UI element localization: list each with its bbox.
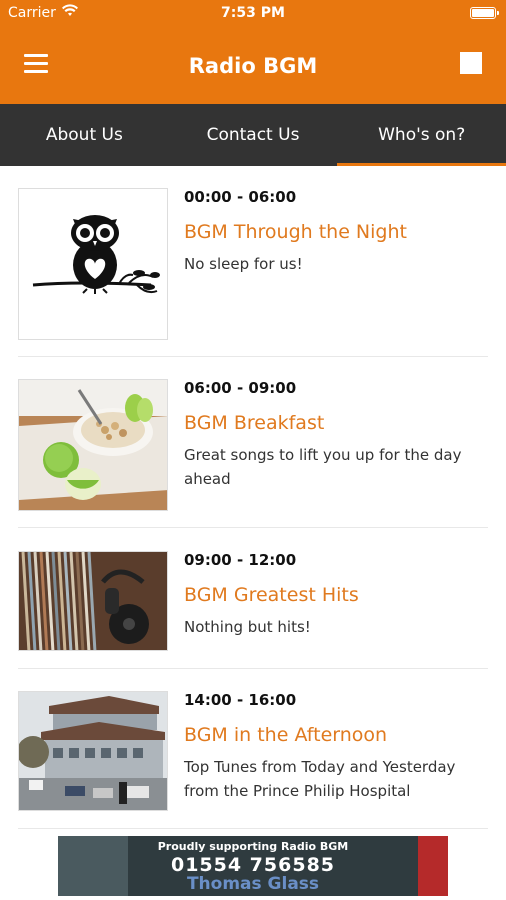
show-time: 06:00 - 09:00 <box>184 379 297 397</box>
tab-bar: About Us Contact Us Who's on? <box>0 104 506 166</box>
records-headphones-photo <box>18 551 168 651</box>
banner-phone: 01554 756585 <box>170 854 336 876</box>
show-description: Top Tunes from Today and Yesterday from … <box>184 758 456 800</box>
tab-contact-us[interactable]: Contact Us <box>169 104 338 166</box>
nav-bar: Radio BGM <box>0 28 506 104</box>
list-item[interactable]: 14:00 - 16:00 BGM in the Afternoon Top T… <box>18 691 488 811</box>
show-description: No sleep for us! <box>184 255 303 273</box>
show-description: Nothing but hits! <box>184 618 311 636</box>
show-title[interactable]: BGM Greatest Hits <box>184 584 359 606</box>
list-item[interactable]: 00:00 - 06:00 BGM Through the Night No s… <box>18 188 488 340</box>
clock: 7:53 PM <box>221 5 285 21</box>
breakfast-bowl-photo <box>18 379 168 511</box>
hospital-building-photo <box>18 691 168 811</box>
stop-square-icon[interactable] <box>460 52 482 74</box>
divider <box>18 668 488 669</box>
show-time: 09:00 - 12:00 <box>184 551 297 569</box>
divider <box>18 356 488 357</box>
divider <box>18 828 488 829</box>
owl-illustration <box>18 188 168 340</box>
battery-icon <box>470 7 499 19</box>
banner-tagline: Proudly supporting Radio BGM <box>157 840 349 853</box>
page-title: Radio BGM <box>188 54 318 78</box>
list-item[interactable]: 06:00 - 09:00 BGM Breakfast Great songs … <box>18 379 488 511</box>
show-title[interactable]: BGM Breakfast <box>184 412 324 434</box>
show-title[interactable]: BGM in the Afternoon <box>184 724 387 746</box>
schedule-list[interactable]: 00:00 - 06:00 BGM Through the Night No s… <box>0 166 506 836</box>
status-bar: Carrier 7:53 PM <box>0 0 506 28</box>
sponsor-banner[interactable]: Proudly supporting Radio BGM 01554 75658… <box>58 836 448 896</box>
show-title[interactable]: BGM Through the Night <box>184 221 407 243</box>
tab-about-us[interactable]: About Us <box>0 104 169 166</box>
divider <box>18 527 488 528</box>
show-time: 00:00 - 06:00 <box>184 188 297 206</box>
tab-whos-on[interactable]: Who's on? <box>337 104 506 166</box>
show-time: 14:00 - 16:00 <box>184 691 297 709</box>
list-item[interactable]: 09:00 - 12:00 BGM Greatest Hits Nothing … <box>18 551 488 651</box>
show-description: Great songs to lift you up for the day a… <box>184 446 462 488</box>
banner-brand: Thomas Glass <box>186 874 320 894</box>
